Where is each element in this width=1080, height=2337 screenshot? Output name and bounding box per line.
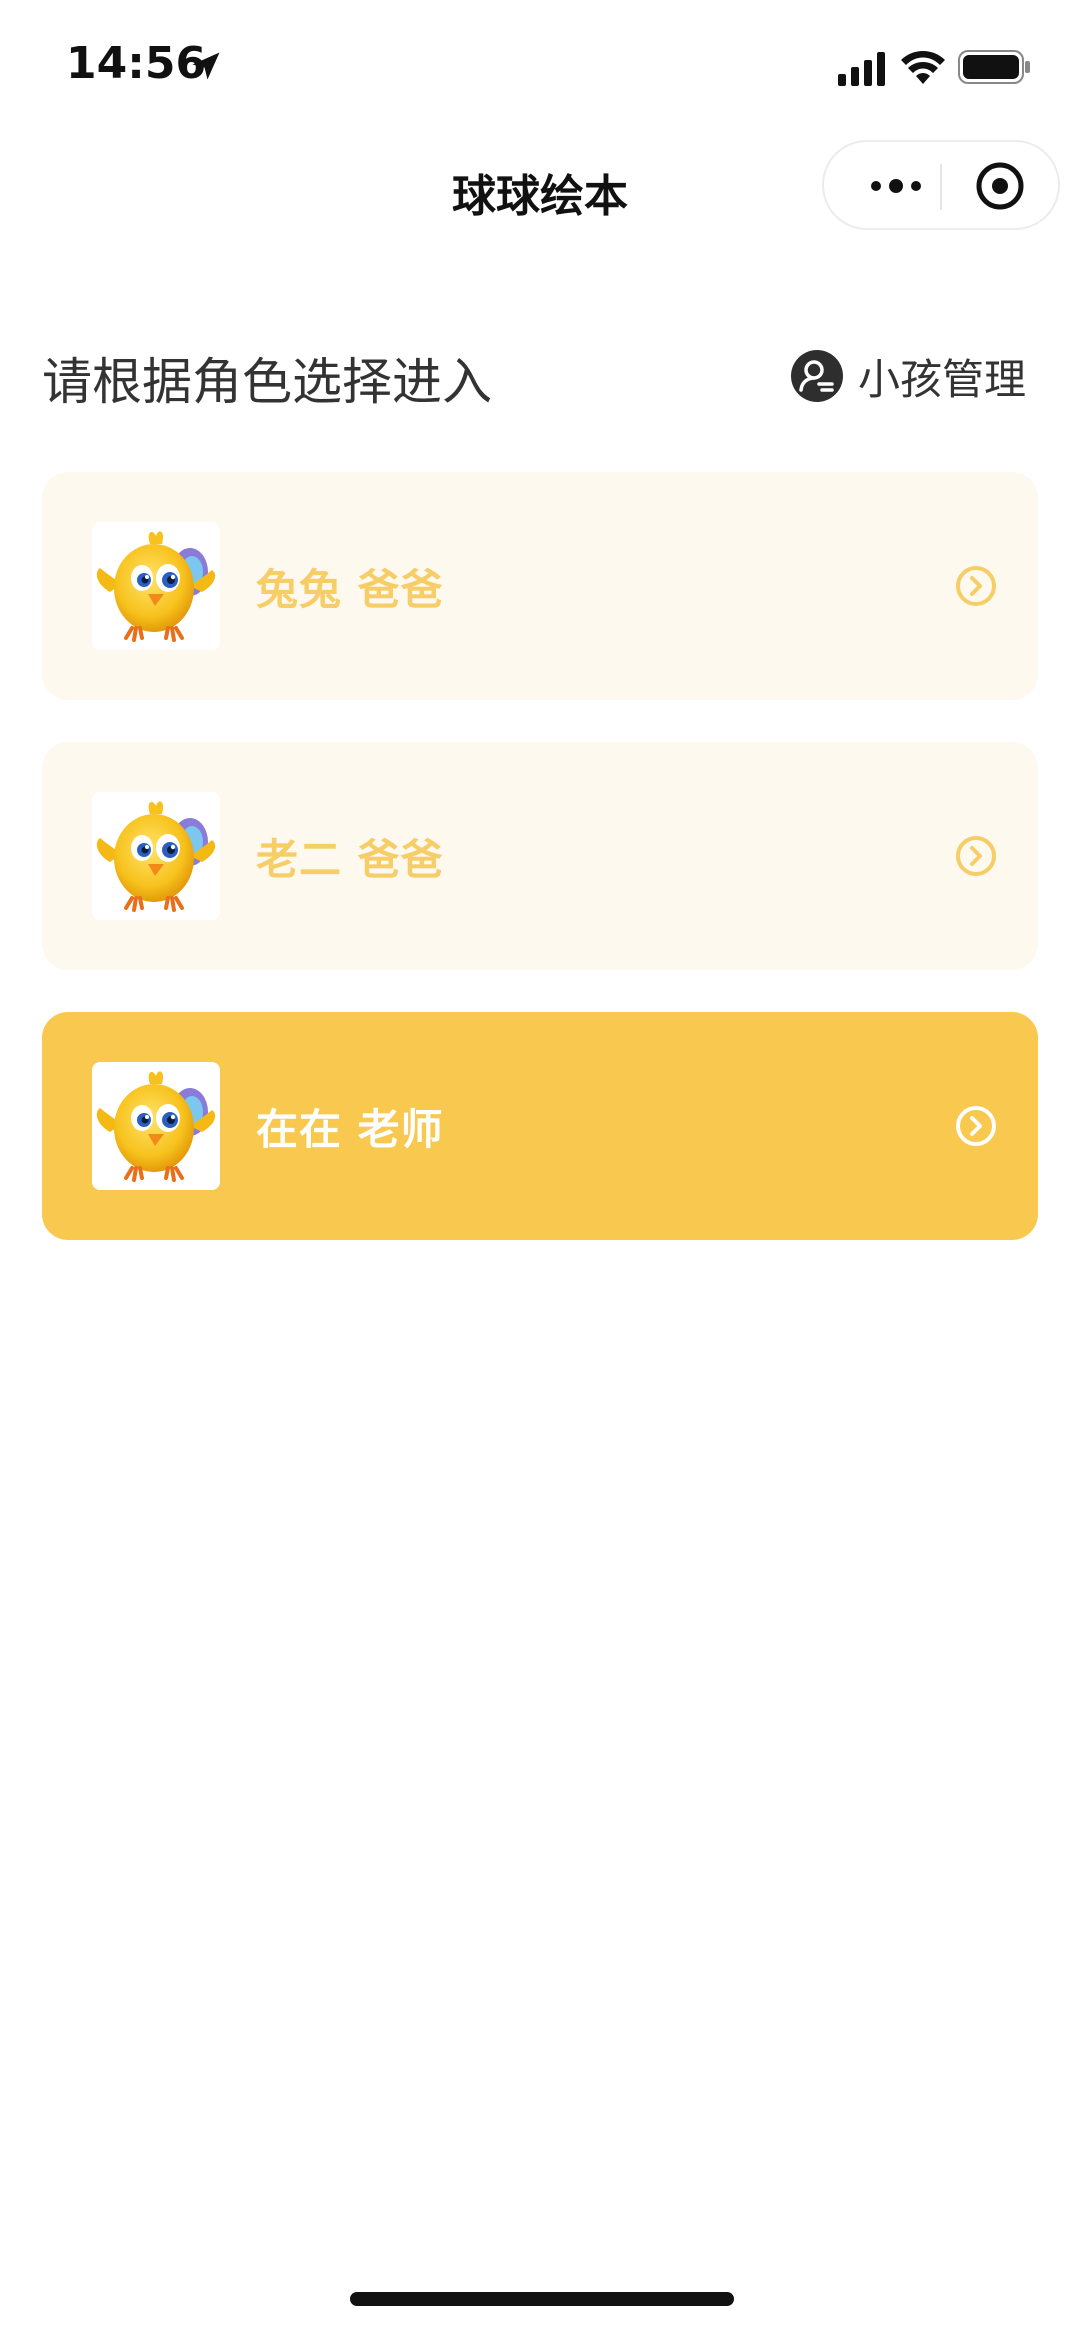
yellow-chick-avatar-icon xyxy=(92,792,220,920)
role-card-2[interactable]: 老二 爸爸 xyxy=(42,742,1038,970)
battery-icon xyxy=(958,50,1030,84)
avatar xyxy=(92,522,220,650)
role-name: 老二 爸爸 xyxy=(256,835,444,884)
status-time: 14:56 xyxy=(66,38,207,89)
status-bar: 14:56 xyxy=(0,0,1080,130)
role-select-prompt: 请根据角色选择进入 xyxy=(42,353,492,411)
child-manage-label: 小孩管理 xyxy=(858,354,1027,404)
yellow-chick-avatar-icon xyxy=(92,1062,220,1190)
home-indicator[interactable] xyxy=(350,2292,734,2306)
capsule-divider xyxy=(940,164,942,210)
role-card-3[interactable]: 在在 老师 xyxy=(42,1012,1038,1240)
role-name: 在在 老师 xyxy=(256,1105,444,1154)
child-manage-button[interactable]: 小孩管理 xyxy=(790,348,1026,404)
chevron-circle-right-icon xyxy=(956,836,996,876)
role-name: 兔兔 爸爸 xyxy=(256,565,444,614)
close-target-icon[interactable] xyxy=(974,160,1026,212)
yellow-chick-avatar-icon xyxy=(92,522,220,650)
chevron-circle-right-icon xyxy=(956,1106,996,1146)
person-settings-icon xyxy=(791,350,843,402)
chevron-circle-right-icon xyxy=(956,566,996,606)
location-arrow-icon xyxy=(192,52,220,80)
wifi-icon xyxy=(901,51,945,84)
mini-program-capsule xyxy=(822,140,1060,230)
signal-icon xyxy=(838,52,885,86)
avatar xyxy=(92,792,220,920)
role-card-1[interactable]: 兔兔 爸爸 xyxy=(42,472,1038,700)
more-dots-icon[interactable] xyxy=(866,172,926,200)
avatar xyxy=(92,1062,220,1190)
